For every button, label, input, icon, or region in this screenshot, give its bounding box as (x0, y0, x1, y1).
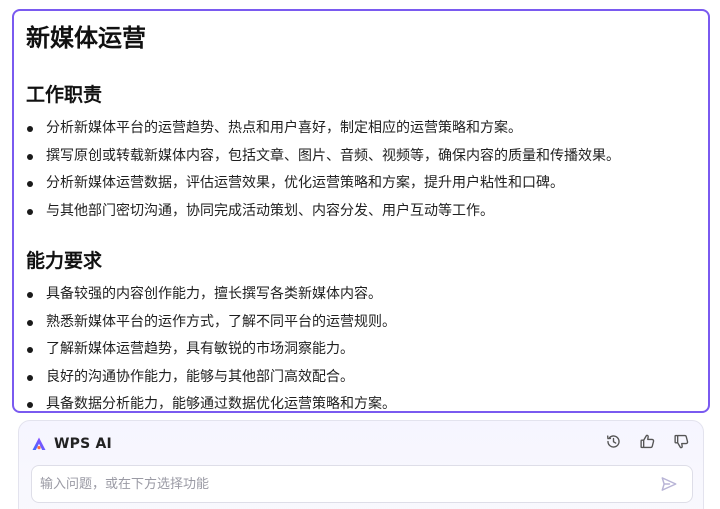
list-item: 了解新媒体运营趋势，具有敏锐的市场洞察能力。 (26, 336, 696, 364)
wps-ai-panel: WPS AI (18, 420, 704, 509)
document-panel[interactable]: 新媒体运营 工作职责 分析新媒体平台的运营趋势、热点和用户喜好，制定相应的运营策… (12, 9, 710, 413)
list-item: 具备较强的内容创作能力，擅长撰写各类新媒体内容。 (26, 281, 696, 309)
section-heading-requirements: 能力要求 (26, 250, 103, 272)
thumbs-up-icon[interactable] (637, 431, 657, 451)
ai-input-box (31, 465, 693, 503)
send-icon[interactable] (660, 475, 680, 495)
list-item: 与其他部门密切沟通，协同完成活动策划、内容分发、用户互动等工作。 (26, 198, 696, 226)
duties-list: 分析新媒体平台的运营趋势、热点和用户喜好，制定相应的运营策略和方案。 撰写原创或… (26, 115, 696, 225)
thumbs-down-icon[interactable] (671, 431, 691, 451)
list-item: 熟悉新媒体平台的运作方式，了解不同平台的运营规则。 (26, 309, 696, 337)
requirements-list: 具备较强的内容创作能力，擅长撰写各类新媒体内容。 熟悉新媒体平台的运作方式，了解… (26, 281, 696, 411)
section-heading-duties: 工作职责 (26, 84, 103, 106)
ai-panel-header: WPS AI (31, 431, 112, 457)
ai-panel-actions (603, 431, 691, 451)
wps-ai-logo-icon (31, 436, 47, 452)
ai-question-input[interactable] (40, 466, 650, 502)
document-title: 新媒体运营 (26, 24, 146, 52)
list-item: 撰写原创或转载新媒体内容，包括文章、图片、音频、视频等，确保内容的质量和传播效果… (26, 143, 696, 171)
ai-panel-title: WPS AI (54, 436, 112, 452)
history-icon[interactable] (603, 431, 623, 451)
list-item: 良好的沟通协作能力，能够与其他部门高效配合。 (26, 364, 696, 392)
list-item: 分析新媒体运营数据，评估运营效果，优化运营策略和方案，提升用户粘性和口碑。 (26, 170, 696, 198)
list-item: 分析新媒体平台的运营趋势、热点和用户喜好，制定相应的运营策略和方案。 (26, 115, 696, 143)
list-item: 具备数据分析能力，能够通过数据优化运营策略和方案。 (26, 391, 696, 411)
